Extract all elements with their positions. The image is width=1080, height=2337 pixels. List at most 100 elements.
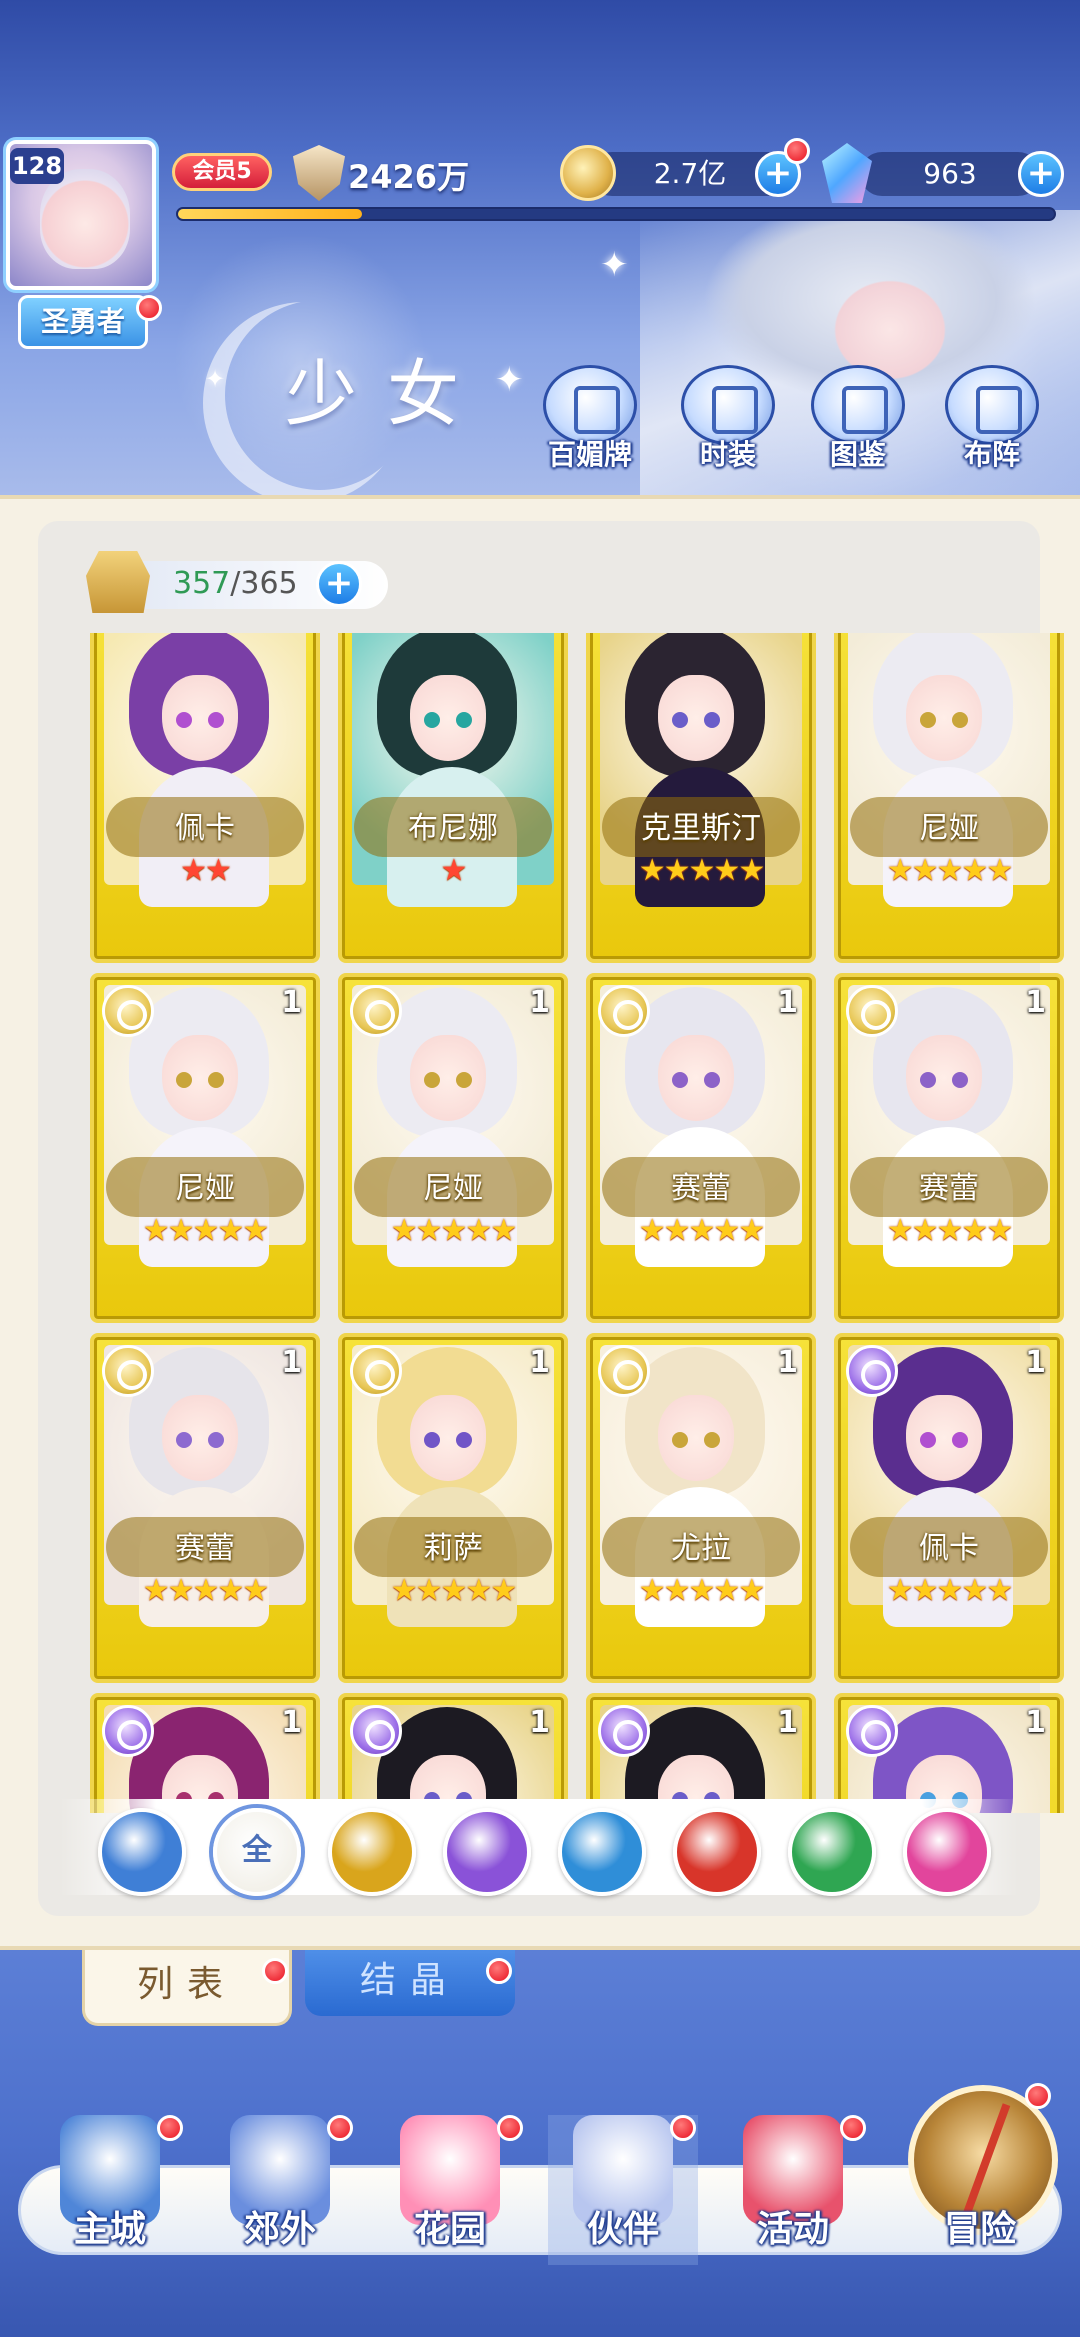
heart-element-filter-button[interactable] — [903, 1808, 991, 1896]
character-card[interactable]: 1 — [90, 1693, 320, 1813]
star-rating: ★★★★★ — [390, 1573, 517, 1608]
star-guide-filter-button[interactable] — [98, 1808, 186, 1896]
copy-count: 1 — [529, 985, 550, 1020]
nav-label: 花园 — [413, 2209, 486, 2250]
tab-crystal[interactable]: 结晶 — [305, 1950, 515, 2016]
notification-dot — [497, 2115, 523, 2141]
wind-element-filter-button[interactable] — [788, 1808, 876, 1896]
moon-element-icon — [350, 1705, 402, 1757]
nav-label: 伙伴 — [586, 2209, 659, 2250]
character-eye — [704, 712, 720, 728]
nav-label: 主城 — [73, 2209, 146, 2250]
star-rating: ★★★★★ — [142, 1573, 269, 1608]
all-filter-button[interactable]: 全 — [213, 1808, 301, 1896]
copy-count: 1 — [1025, 1705, 1046, 1740]
sparkle-icon: ✦ — [205, 365, 226, 393]
notification-dot — [670, 2115, 696, 2141]
character-card[interactable]: 佩卡 ★★ — [90, 633, 320, 963]
character-face — [410, 675, 486, 761]
character-face — [906, 1395, 982, 1481]
moon-element-filter-button[interactable] — [443, 1808, 531, 1896]
copy-count: 1 — [777, 1345, 798, 1380]
moon-element-icon — [846, 1705, 898, 1757]
nav-label: 郊外 — [243, 2209, 316, 2250]
character-card[interactable]: 赛蕾 ★★★★★ 1 — [90, 1333, 320, 1683]
expand-capacity-button[interactable]: + — [316, 561, 362, 607]
character-card[interactable]: 莉萨 ★★★★★ 1 — [338, 1333, 568, 1683]
nav-castle[interactable]: 主城 — [35, 2115, 185, 2265]
character-card[interactable]: 尼娅 ★★★★★ 1 — [338, 973, 568, 1323]
star-rating: ★★★★★ — [638, 1213, 765, 1248]
star-rating: ★★★★★ — [638, 853, 765, 888]
nav-portal[interactable]: 郊外 — [205, 2115, 355, 2265]
character-name: 莉萨 — [423, 1531, 483, 1566]
sun-element-filter-button[interactable] — [328, 1808, 416, 1896]
character-grid[interactable]: 佩卡 ★★ 布尼娜 ★ 克里斯汀 ★★★★★ 尼娅 ★★★★★ 尼娅 ★★★★★ 1 尼娅 ★★★★★ 1… — [90, 633, 1070, 1813]
player-level: 128 — [10, 148, 64, 184]
add-gems-button[interactable]: + — [1018, 151, 1064, 197]
character-eye — [920, 1072, 936, 1088]
notification-dot — [327, 2115, 353, 2141]
character-eye — [672, 1432, 688, 1448]
character-card[interactable]: 赛蕾 ★★★★★ 1 — [834, 973, 1064, 1323]
codex-button[interactable]: 图鉴 — [808, 365, 908, 475]
tab-list[interactable]: 列表 — [82, 1950, 292, 2026]
notification-dot — [1025, 2083, 1051, 2109]
exp-bar-fill — [178, 209, 362, 219]
character-eye — [208, 1072, 224, 1088]
character-eye — [456, 1432, 472, 1448]
character-card[interactable]: 布尼娜 ★ — [338, 633, 568, 963]
character-eye — [424, 1432, 440, 1448]
player-title-badge[interactable]: 圣勇者 — [18, 295, 148, 349]
character-card[interactable]: 赛蕾 ★★★★★ 1 — [586, 973, 816, 1323]
sun-element-icon — [350, 1345, 402, 1397]
card-deck-button[interactable]: 百媚牌 — [540, 365, 640, 475]
character-card[interactable]: 尤拉 ★★★★★ 1 — [586, 1333, 816, 1683]
nav-heart-garden[interactable]: 花园 — [375, 2115, 525, 2265]
character-eye — [208, 712, 224, 728]
character-face — [410, 1035, 486, 1121]
notification-dot — [840, 2115, 866, 2141]
nav-label: 冒险 — [943, 2209, 1016, 2250]
character-card[interactable]: 1 — [338, 1693, 568, 1813]
sun-element-icon — [846, 985, 898, 1037]
character-name: 佩卡 — [175, 811, 235, 846]
vip-badge[interactable]: 会员5 — [172, 153, 272, 191]
character-card[interactable]: 佩卡 ★★★★★ 1 — [834, 1333, 1064, 1683]
copy-count: 1 — [1025, 985, 1046, 1020]
nav-partner[interactable]: 伙伴 — [548, 2115, 698, 2265]
inventory-box-icon — [86, 551, 150, 613]
moon-element-icon — [846, 1345, 898, 1397]
water-element-filter-button[interactable] — [558, 1808, 646, 1896]
sparkle-icon: ✦ — [495, 360, 524, 400]
character-card[interactable]: 克里斯汀 ★★★★★ — [586, 633, 816, 963]
star-rating: ★★ — [180, 853, 232, 888]
fire-element-filter-button[interactable] — [673, 1808, 761, 1896]
character-card[interactable]: 尼娅 ★★★★★ — [834, 633, 1064, 963]
formation-button[interactable]: 布阵 — [942, 365, 1042, 475]
character-eye — [176, 1072, 192, 1088]
character-eye — [456, 1072, 472, 1088]
character-eye — [952, 1072, 968, 1088]
outfit-button[interactable]: 时装 — [678, 365, 778, 475]
copy-count: 1 — [281, 985, 302, 1020]
character-card[interactable]: 1 — [586, 1693, 816, 1813]
character-card[interactable]: 1 — [834, 1693, 1064, 1813]
nav-gift[interactable]: 活动 — [718, 2115, 868, 2265]
character-eye — [952, 1432, 968, 1448]
moon-element-icon — [102, 1705, 154, 1757]
star-rating: ★★★★★ — [142, 1213, 269, 1248]
character-card[interactable]: 尼娅 ★★★★★ 1 — [90, 973, 320, 1323]
character-eye — [672, 1072, 688, 1088]
character-eye — [704, 1072, 720, 1088]
character-name: 佩卡 — [919, 1531, 979, 1566]
character-eye — [672, 712, 688, 728]
sun-element-icon — [598, 985, 650, 1037]
nav-adventure[interactable]: 冒险 — [905, 2115, 1055, 2265]
character-face — [906, 1035, 982, 1121]
character-name: 赛蕾 — [175, 1531, 235, 1566]
character-name: 尼娅 — [919, 811, 979, 846]
exp-bar — [176, 207, 1056, 221]
character-face — [162, 675, 238, 761]
character-name: 布尼娜 — [408, 811, 498, 846]
